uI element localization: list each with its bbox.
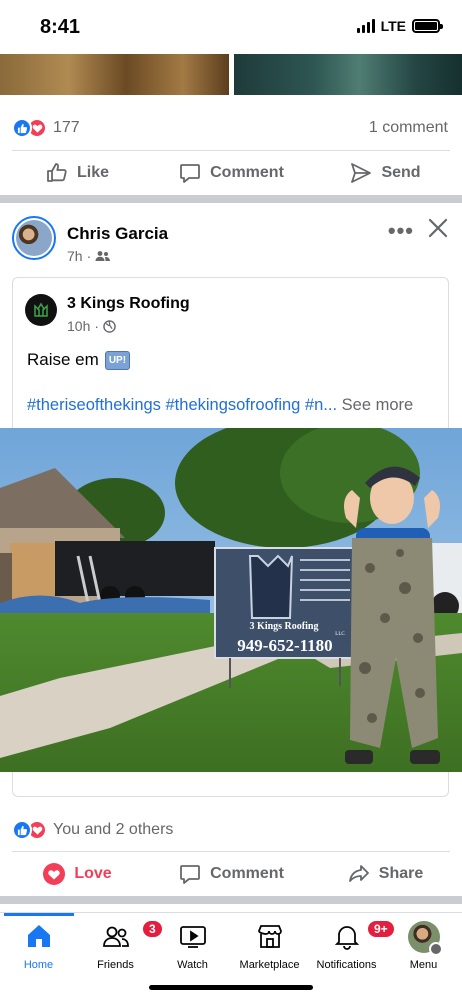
thumbs-up-icon bbox=[47, 163, 67, 182]
send-icon bbox=[351, 163, 372, 183]
post-meta: 7h · bbox=[67, 248, 111, 264]
nav-notifications-label: Notifications bbox=[316, 959, 377, 971]
comment-button[interactable]: Comment bbox=[154, 852, 308, 896]
share-label: Share bbox=[378, 865, 424, 882]
like-button[interactable]: Like bbox=[0, 151, 154, 195]
home-indicator[interactable] bbox=[149, 985, 313, 990]
watch-icon bbox=[179, 926, 206, 948]
author-name[interactable]: Chris Garcia bbox=[67, 224, 168, 244]
nav-friends-label: Friends bbox=[97, 959, 134, 971]
nav-home-label: Home bbox=[23, 959, 54, 971]
reaction-summary[interactable]: 177 bbox=[12, 118, 80, 138]
page-name[interactable]: 3 Kings Roofing bbox=[67, 295, 190, 313]
post-photo[interactable]: 3 Kings Roofing LLC 949-652-1180 bbox=[0, 428, 462, 772]
reactions-text: You and 2 others bbox=[53, 821, 174, 838]
comment-label: Comment bbox=[210, 164, 284, 181]
comment-count[interactable]: 1 comment bbox=[369, 119, 448, 137]
post-text: Raise em UP! bbox=[27, 350, 131, 370]
sign-suffix: LLC bbox=[335, 632, 345, 637]
previous-post-actions: Like Comment Send bbox=[0, 151, 462, 195]
comment-icon bbox=[180, 164, 201, 183]
previous-post-image-1[interactable] bbox=[0, 54, 229, 95]
comment-button[interactable]: Comment bbox=[154, 151, 308, 195]
home-icon bbox=[27, 925, 50, 947]
love-button[interactable]: Love bbox=[0, 852, 154, 896]
author-avatar[interactable] bbox=[12, 216, 56, 260]
nav-notifications[interactable]: 9+ Notifications bbox=[308, 919, 396, 971]
like-reaction-icon bbox=[12, 820, 32, 840]
previous-post-image-2[interactable] bbox=[234, 54, 462, 95]
yard-sign-photo: 3 Kings Roofing LLC 949-652-1180 bbox=[0, 428, 462, 772]
nav-marketplace-label: Marketplace bbox=[239, 959, 300, 971]
bell-icon bbox=[334, 926, 359, 950]
hashtag-links[interactable]: #theriseofthekings #thekingsofroofing #n… bbox=[27, 396, 337, 414]
nav-watch[interactable]: Watch bbox=[154, 921, 231, 971]
post-separator bbox=[0, 195, 462, 203]
sign-phone: 949-652-1180 bbox=[237, 636, 332, 655]
post-reactions: You and 2 others bbox=[12, 816, 448, 844]
reaction-summary[interactable]: You and 2 others bbox=[12, 820, 173, 840]
post-actions: Love Comment Share bbox=[0, 852, 462, 896]
previous-post-reactions: 177 1 comment bbox=[12, 114, 448, 142]
nav-menu-label: Menu bbox=[409, 959, 438, 971]
post-separator bbox=[0, 896, 462, 904]
reaction-count: 177 bbox=[53, 119, 80, 136]
send-button[interactable]: Send bbox=[308, 151, 462, 195]
close-icon[interactable] bbox=[426, 216, 450, 240]
post-text-body: Raise em bbox=[27, 350, 99, 369]
up-emoji: UP! bbox=[104, 350, 131, 370]
globe-icon bbox=[103, 319, 116, 333]
nav-home[interactable]: Home bbox=[0, 921, 77, 971]
sign-company: 3 Kings Roofing bbox=[250, 621, 319, 632]
comment-label: Comment bbox=[210, 865, 284, 882]
status-bar: 8:41 LTE bbox=[0, 0, 462, 54]
shared-post-meta: 10h · bbox=[67, 318, 116, 334]
like-reaction-icon bbox=[12, 118, 32, 138]
nav-marketplace[interactable]: Marketplace bbox=[231, 921, 308, 971]
friends-audience-icon bbox=[95, 251, 111, 261]
send-label: Send bbox=[381, 164, 421, 181]
share-button[interactable]: Share bbox=[308, 852, 462, 896]
comment-icon bbox=[180, 865, 201, 884]
marketplace-icon bbox=[257, 925, 282, 948]
menu-avatar bbox=[407, 921, 443, 956]
post-time[interactable]: 7h bbox=[67, 248, 83, 264]
shared-post-header: 3 Kings Roofing 10h · bbox=[25, 294, 425, 338]
share-icon bbox=[348, 865, 369, 882]
active-tab-indicator bbox=[4, 913, 74, 916]
battery-icon bbox=[412, 19, 443, 33]
network-type: LTE bbox=[380, 18, 406, 34]
post-header: Chris Garcia 7h · ••• bbox=[12, 212, 450, 268]
heart-icon bbox=[43, 863, 66, 885]
status-icons: LTE bbox=[356, 18, 443, 34]
nav-menu[interactable]: Menu bbox=[385, 921, 462, 971]
status-time: 8:41 bbox=[40, 16, 81, 38]
like-label: Like bbox=[76, 164, 109, 181]
shared-post-time[interactable]: 10h bbox=[67, 318, 90, 334]
nav-watch-label: Watch bbox=[177, 959, 208, 971]
page-logo[interactable] bbox=[25, 294, 57, 326]
friends-icon bbox=[102, 926, 129, 947]
signal-icon bbox=[356, 19, 375, 33]
love-label: Love bbox=[74, 865, 112, 882]
hashtags: #theriseofthekings #thekingsofroofing #n… bbox=[27, 396, 413, 415]
nav-friends[interactable]: 3 Friends bbox=[77, 919, 164, 971]
see-more-link[interactable]: See more bbox=[342, 396, 414, 414]
more-options-icon[interactable]: ••• bbox=[388, 218, 414, 244]
previous-post-images[interactable] bbox=[0, 54, 462, 95]
